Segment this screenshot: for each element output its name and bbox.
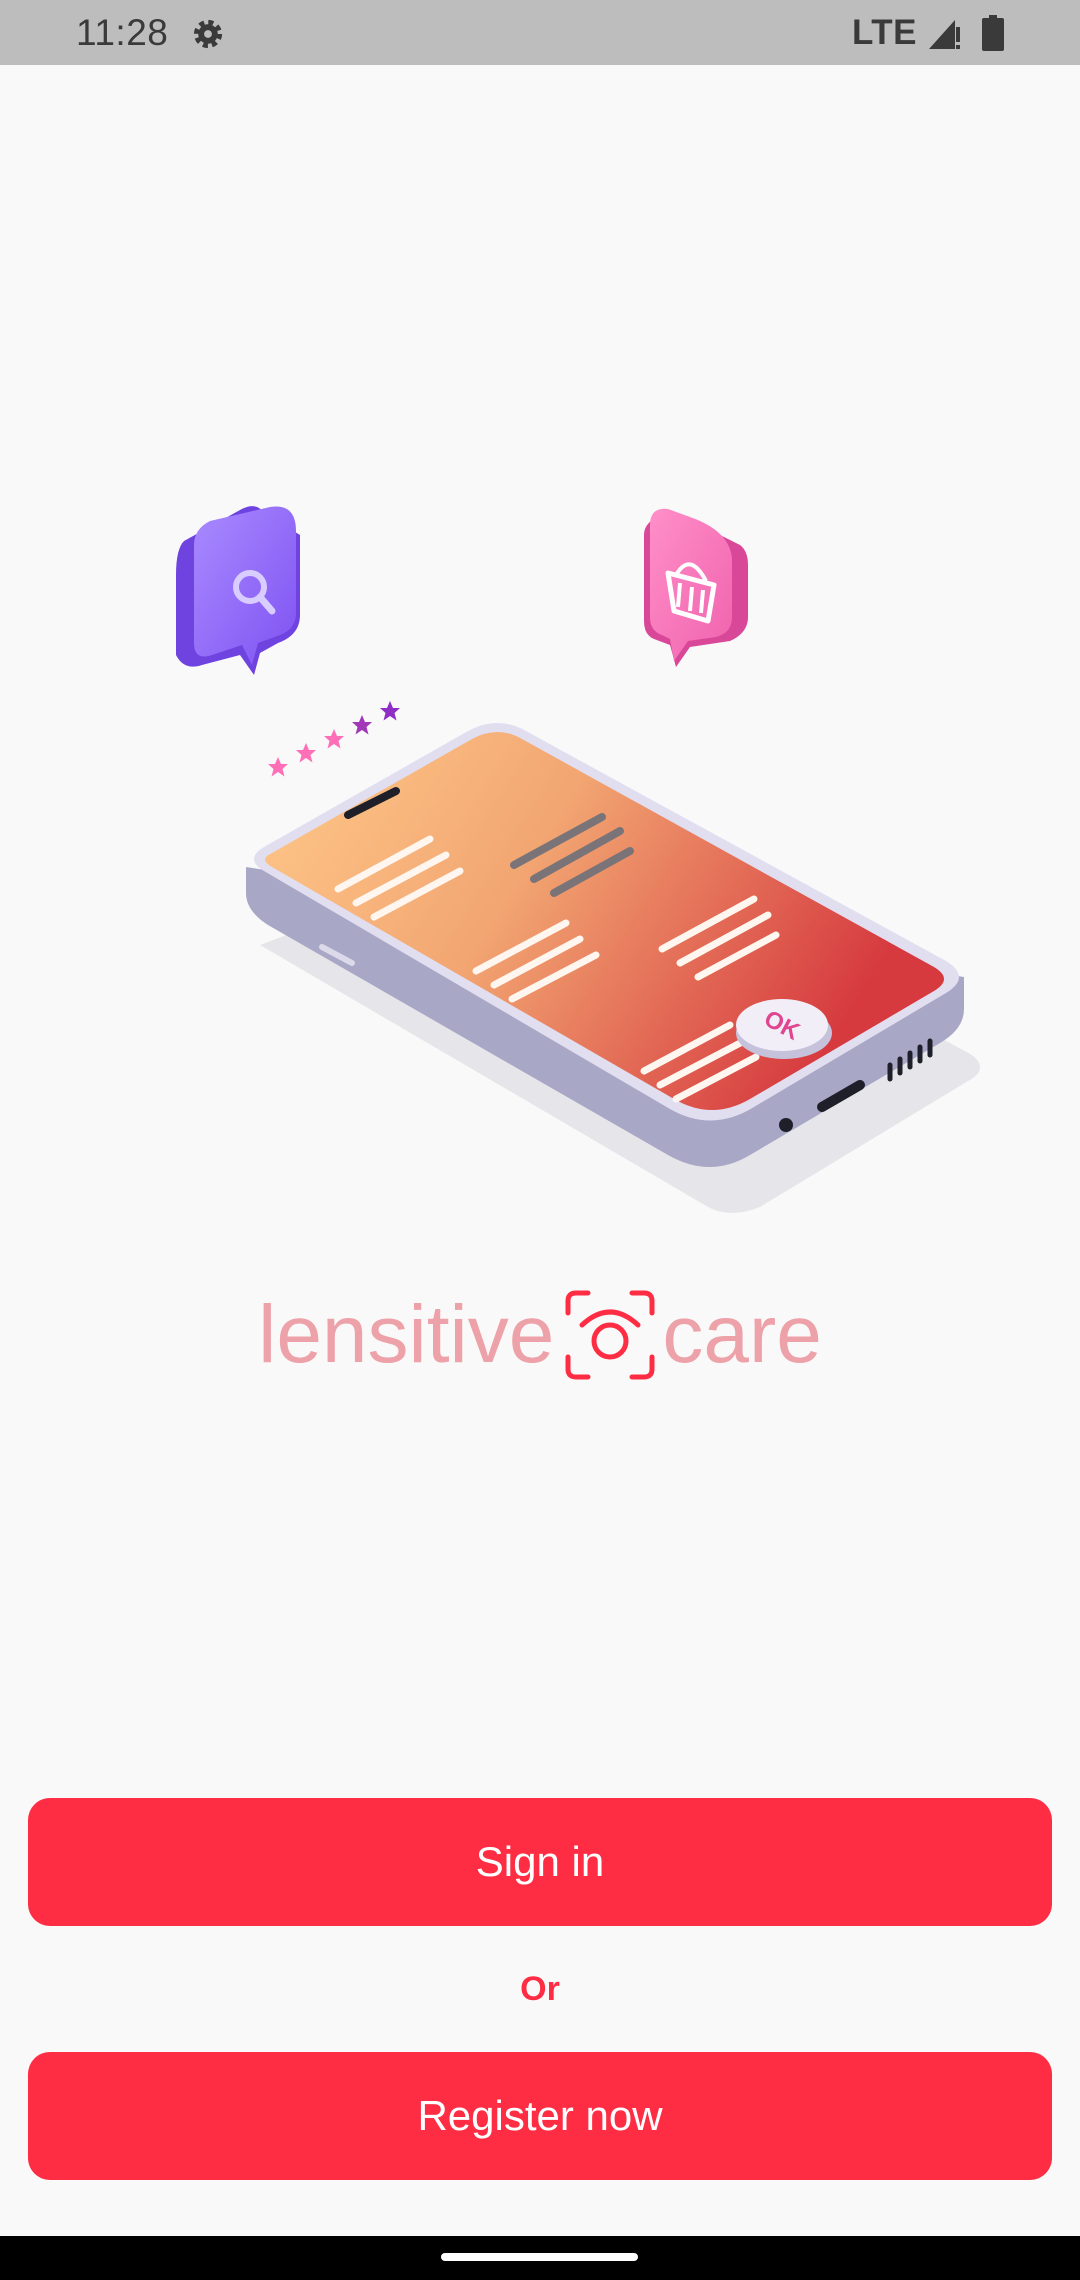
or-divider-text: Or <box>520 1970 560 2008</box>
signal-icon <box>929 20 960 49</box>
home-handle[interactable] <box>441 2253 638 2261</box>
battery-icon <box>982 15 1004 51</box>
search-bubble-icon <box>176 506 300 675</box>
camera-scan-icon <box>565 1290 655 1380</box>
network-type: LTE <box>852 13 918 52</box>
sign-in-button[interactable]: Sign in <box>28 1798 1052 1926</box>
rating-stars-icon <box>268 701 400 777</box>
brand-name-left: lensitive <box>258 1289 555 1380</box>
status-time: 11:28 <box>76 12 169 53</box>
gear-icon <box>193 19 223 49</box>
phone-illustration: OK <box>246 723 981 1213</box>
hero-illustration: OK <box>176 506 981 1213</box>
status-bar: 11:28 LTE <box>0 0 1080 65</box>
basket-bubble-icon <box>644 508 748 667</box>
brand-logo: lensitive care <box>0 1280 1080 1390</box>
brand-name-right: care <box>662 1289 822 1380</box>
register-now-button[interactable]: Register now <box>28 2052 1052 2180</box>
navigation-bar <box>0 2236 1080 2280</box>
